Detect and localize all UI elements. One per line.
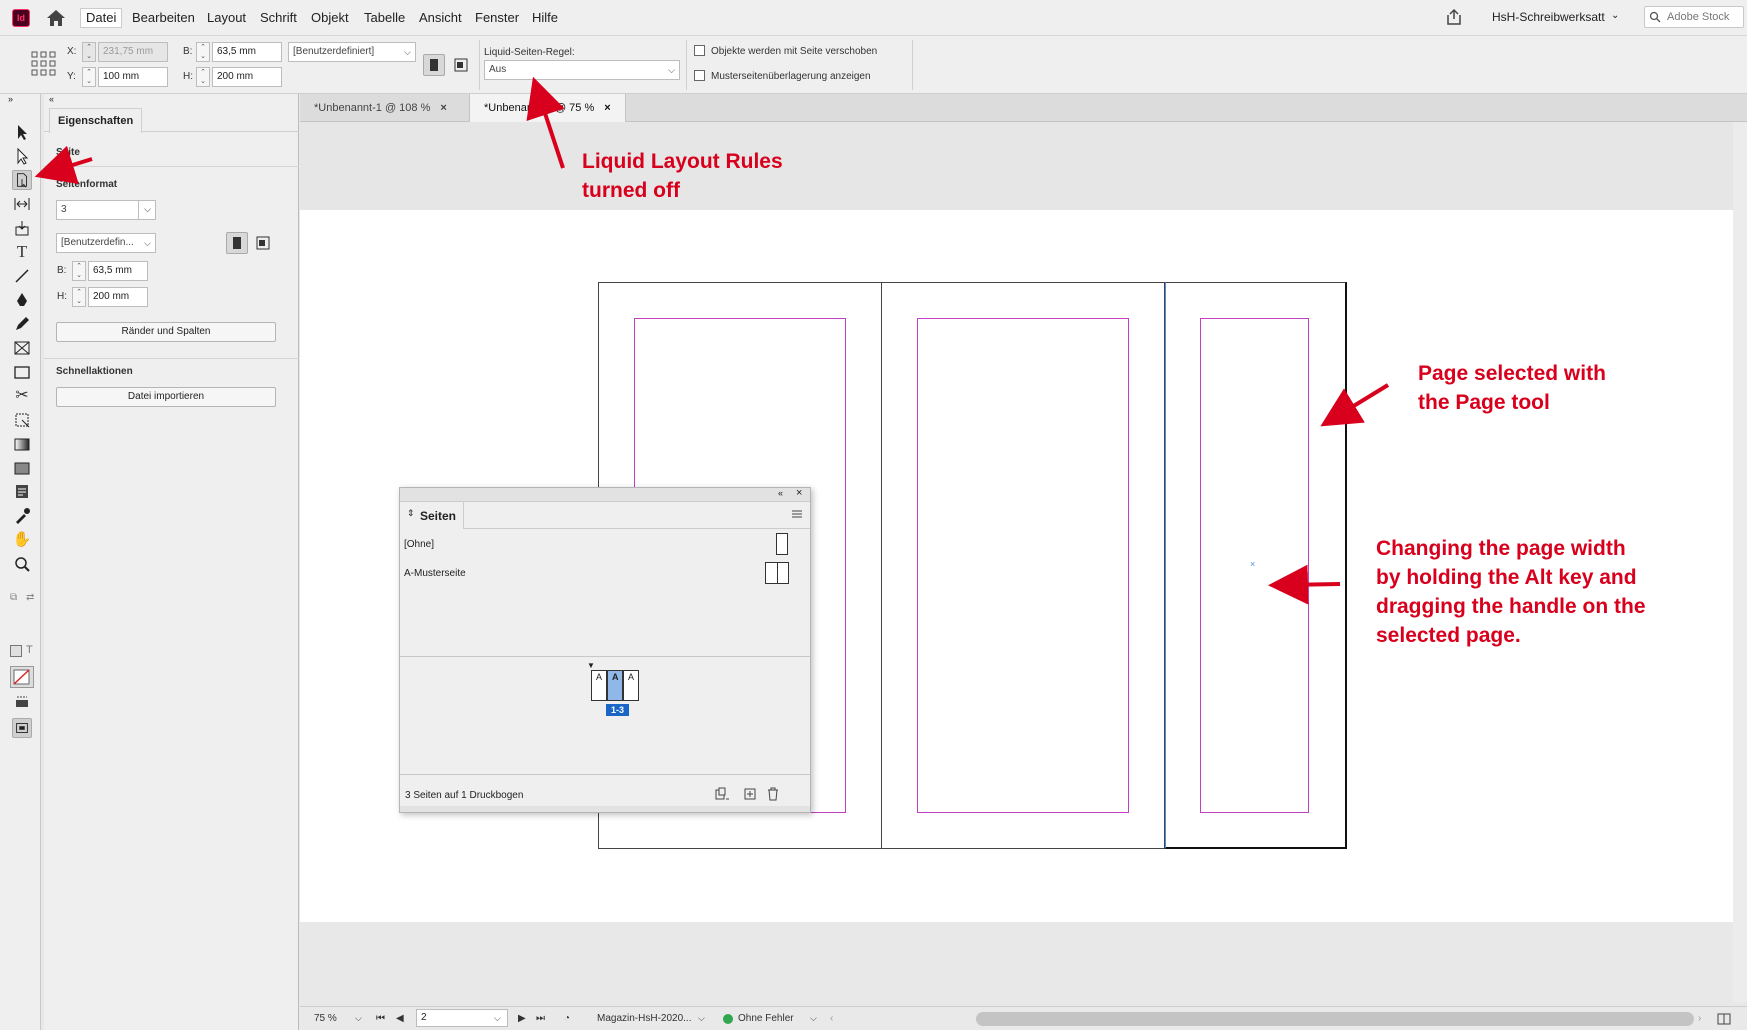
preflight-status-icon — [723, 1014, 733, 1024]
annotation-line: Changing the page width — [1376, 537, 1626, 560]
chevron-down-icon[interactable]: ⌵ — [494, 1013, 501, 1024]
arrow-liquid-rule — [526, 76, 565, 169]
preflight-status[interactable]: Ohne Fehler — [738, 1013, 794, 1024]
annotation-line: turned off — [582, 179, 680, 202]
annotation-line: by holding the Alt key and — [1376, 566, 1637, 589]
annotation-liquid-rules: Liquid Layout Rules turned off — [582, 147, 783, 205]
annotation-arrows — [34, 76, 1390, 605]
next-page-icon[interactable]: ▶ — [518, 1013, 526, 1024]
zoom-level[interactable]: 75 % — [314, 1013, 337, 1024]
annotation-line: selected page. — [1376, 624, 1521, 647]
previous-page-icon[interactable]: ◀ — [396, 1013, 404, 1024]
status-bar: 75 % ⌵ ⏮ ◀ 2 ⌵ ▶ ⏭ ◔ Magazin-HsH-2020...… — [300, 1006, 1747, 1030]
annotation-line: Liquid Layout Rules — [582, 150, 783, 173]
last-page-icon[interactable]: ⏭ — [536, 1013, 545, 1024]
annotation-page-selected: Page selected with the Page tool — [1418, 359, 1606, 417]
horizontal-scrollbar-thumb[interactable] — [976, 1012, 1694, 1026]
preflight-profile[interactable]: Magazin-HsH-2020... — [597, 1013, 691, 1024]
arrow-page-tool — [34, 145, 93, 185]
annotation-line: Page selected with — [1418, 362, 1606, 385]
chevron-down-icon[interactable]: ⌵ — [810, 1013, 817, 1024]
arrow-page-handle — [1268, 564, 1341, 605]
scroll-right-icon[interactable]: › — [1698, 1013, 1701, 1024]
document-open-icon[interactable]: ◔ — [564, 1013, 570, 1024]
split-layout-icon[interactable] — [1717, 1012, 1731, 1026]
arrow-page-selected — [1320, 383, 1390, 427]
chevron-down-icon[interactable]: ⌵ — [698, 1013, 705, 1024]
first-page-icon[interactable]: ⏮ — [376, 1013, 385, 1024]
annotation-line: the Page tool — [1418, 391, 1550, 414]
chevron-down-icon[interactable]: ⌵ — [355, 1013, 362, 1024]
annotation-line: dragging the handle on the — [1376, 595, 1646, 618]
annotation-changing-width: Changing the page width by holding the A… — [1376, 534, 1646, 650]
scroll-left-icon[interactable]: ‹ — [830, 1013, 833, 1024]
